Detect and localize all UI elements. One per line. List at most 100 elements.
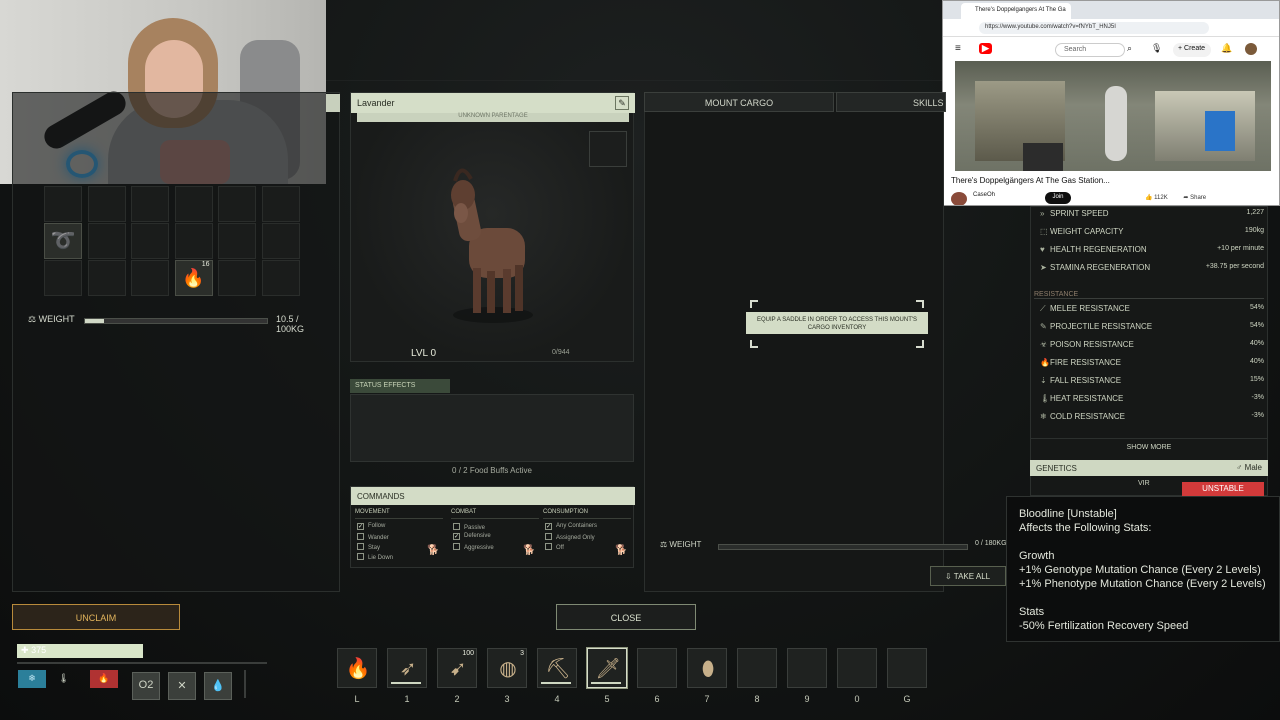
inventory-slot[interactable] <box>218 223 256 259</box>
inventory-slot[interactable] <box>174 223 213 259</box>
command-checkbox[interactable]: Assigned Only <box>545 533 595 541</box>
genetics-label: GENETICS <box>1036 464 1077 473</box>
inventory-slot[interactable] <box>174 186 213 222</box>
hotbar-slot[interactable] <box>787 648 827 688</box>
mic-icon[interactable]: 🎙 <box>1151 43 1162 54</box>
edit-name-icon[interactable]: ✎ <box>615 96 629 110</box>
hotbar-slot[interactable]: ➶ <box>387 648 427 688</box>
inventory-slot[interactable]: 🔥 16 <box>174 260 213 296</box>
search-input[interactable]: Search <box>1055 43 1125 57</box>
hotbar-slot[interactable]: ◍ 3 <box>487 648 527 688</box>
hotbar-key: 0 <box>854 694 860 704</box>
hotbar-key: 1 <box>404 694 410 704</box>
hotbar-slot[interactable]: ⛏ <box>537 648 577 688</box>
empty-slot-icon <box>638 649 678 689</box>
inventory-slot[interactable] <box>87 186 126 222</box>
inventory-slot[interactable] <box>261 223 300 259</box>
command-checkbox[interactable]: Off <box>545 543 564 551</box>
url-field[interactable]: https://www.youtube.com/watch?v=fNYbT_HN… <box>979 22 1209 34</box>
stat-value: 190kg <box>1244 227 1264 234</box>
tab-skills[interactable]: SKILLS <box>836 92 946 112</box>
checkbox-empty-icon <box>357 543 364 550</box>
command-checkbox[interactable]: Lie Down <box>357 553 393 561</box>
frame-corner <box>750 340 758 348</box>
hotbar-slot[interactable] <box>887 648 927 688</box>
account-avatar[interactable] <box>1245 43 1257 55</box>
health-value: 375 <box>31 645 47 655</box>
create-button[interactable]: + Create <box>1173 43 1211 57</box>
command-checkbox[interactable]: Wander <box>357 533 389 541</box>
hotbar-slot[interactable]: ⬮ <box>687 648 727 688</box>
inventory-slot[interactable] <box>44 186 82 222</box>
hotbar-slot[interactable] <box>637 648 677 688</box>
stat-label: STAMINA REGENERATION <box>1050 263 1151 272</box>
join-button[interactable]: Join <box>1045 192 1071 204</box>
browser-tab[interactable]: There's Doppelgangers At The Ga <box>961 3 1071 19</box>
hotbar-slot[interactable]: 🗡 <box>587 648 627 688</box>
hotbar-slot[interactable]: ➹ 100 <box>437 648 477 688</box>
hotbar-slot[interactable] <box>737 648 777 688</box>
inventory-slot[interactable] <box>87 260 126 296</box>
inventory-slot[interactable] <box>218 260 256 296</box>
close-button[interactable]: CLOSE <box>556 604 696 630</box>
command-checkbox[interactable]: Passive <box>453 523 485 531</box>
inventory-slot[interactable] <box>131 223 169 259</box>
video-player[interactable] <box>955 61 1271 171</box>
hotbar-slot[interactable] <box>837 648 877 688</box>
inventory-slot[interactable] <box>218 186 256 222</box>
youtube-logo[interactable]: ▶ <box>979 43 994 54</box>
checkbox-empty-icon <box>545 543 552 550</box>
stat-row: ⬚ WEIGHT CAPACITY 190kg <box>1040 227 1264 241</box>
channel-name[interactable]: CaseOh <box>973 192 995 198</box>
search-icon[interactable]: ⌕ <box>1127 43 1132 54</box>
stat-value: +38.75 per second <box>1205 263 1264 270</box>
command-label: Off <box>556 545 564 551</box>
inventory-slot[interactable]: ➰ <box>44 223 82 259</box>
vir-trait[interactable]: VIR <box>1138 480 1150 487</box>
inventory-tab-edge[interactable] <box>326 94 340 112</box>
command-animal-icon: 🐕 <box>427 545 440 556</box>
unstable-trait[interactable]: UNSTABLE <box>1182 482 1264 496</box>
health-bar: ✚ 375 <box>17 644 143 658</box>
command-checkbox[interactable]: Aggressive <box>453 543 494 551</box>
command-checkbox[interactable]: Stay <box>357 543 380 551</box>
like-icon[interactable]: 👍 <box>1145 195 1152 201</box>
hud-divider <box>17 662 267 664</box>
bell-icon[interactable]: 🔔 <box>1221 43 1232 54</box>
stat-label: HEALTH REGENERATION <box>1050 245 1147 254</box>
take-all-button[interactable]: ⇩ TAKE ALL <box>930 566 1006 586</box>
creature-xp: 0/944 <box>552 349 570 356</box>
command-checkbox[interactable]: ✓ Any Containers <box>545 523 597 530</box>
command-checkbox[interactable]: ✓ Defensive <box>453 533 491 540</box>
weight-icon: ⚖ <box>660 540 668 549</box>
creature-name[interactable]: Lavander <box>351 93 635 113</box>
resistance-row: ✎ PROJECTILE RESISTANCE 54% <box>1040 322 1264 336</box>
share-label[interactable]: Share <box>1190 195 1206 201</box>
hud-separator <box>244 670 270 698</box>
food-icon: ✕ <box>168 672 196 700</box>
creature-card: Lavander ✎ UNKNOWN PARENTAGE LVL 0 0/944 <box>350 92 635 362</box>
inventory-slot[interactable] <box>261 186 300 222</box>
water-icon: 💧 <box>204 672 232 700</box>
inventory-slot[interactable] <box>87 223 126 259</box>
inventory-slot[interactable] <box>131 260 169 296</box>
frame-corner <box>750 300 758 308</box>
video-facecam <box>1023 143 1063 171</box>
tab-mount-cargo[interactable]: MOUNT CARGO <box>644 92 834 112</box>
saddle-slot[interactable] <box>589 131 627 167</box>
hotbar-key: 2 <box>454 694 460 704</box>
hotbar-slot[interactable]: 🔥 <box>337 648 377 688</box>
inventory-slot[interactable] <box>261 260 300 296</box>
cargo-weight: ⚖ WEIGHT <box>660 540 701 549</box>
inventory-slot[interactable] <box>131 186 169 222</box>
channel-avatar[interactable] <box>951 192 967 205</box>
tooltip-subtitle: Affects the Following Stats: <box>1019 522 1152 534</box>
share-icon[interactable]: ➦ <box>1183 195 1188 201</box>
unclaim-button[interactable]: UNCLAIM <box>12 604 180 630</box>
show-more-button[interactable]: SHOW MORE <box>1030 438 1268 456</box>
resistance-row: ☣ POISON RESISTANCE 40% <box>1040 340 1264 354</box>
command-checkbox[interactable]: ✓ Follow <box>357 523 385 530</box>
video-character <box>1105 86 1127 161</box>
hamburger-icon[interactable]: ≡ <box>955 43 961 54</box>
inventory-slot[interactable] <box>44 260 82 296</box>
